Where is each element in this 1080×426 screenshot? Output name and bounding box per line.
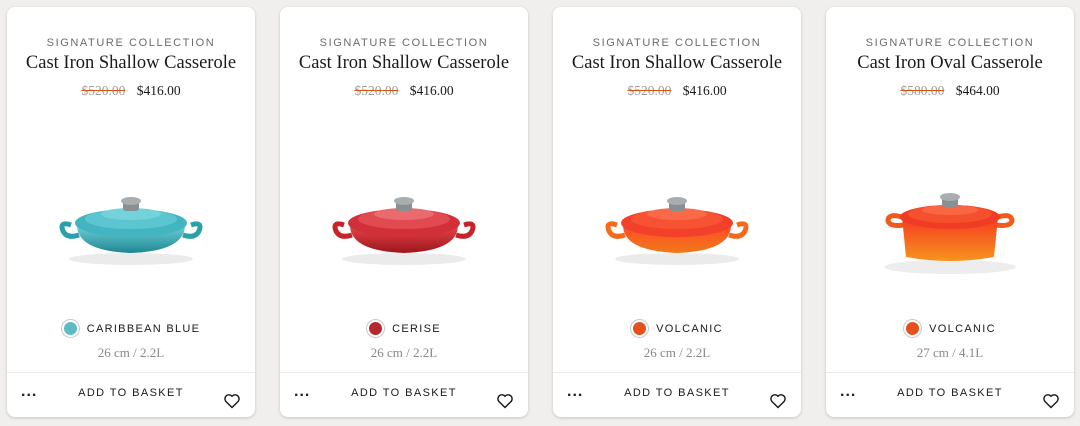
product-card[interactable]: SIGNATURE COLLECTION Cast Iron Shallow C…	[553, 7, 801, 417]
colour-selector[interactable]: CERISE	[280, 320, 528, 337]
product-title[interactable]: Cast Iron Shallow Casserole	[553, 53, 801, 74]
heart-icon[interactable]	[769, 393, 787, 409]
product-title[interactable]: Cast Iron Oval Casserole	[826, 53, 1074, 74]
colour-name: VOLCANIC	[929, 322, 996, 335]
add-to-basket-button[interactable]: ADD TO BASKET	[67, 387, 195, 403]
shallow-casserole-icon[interactable]	[577, 167, 777, 277]
heart-icon[interactable]	[1042, 393, 1060, 409]
card-actions: ... ADD TO BASKET	[7, 373, 255, 417]
more-options-button[interactable]: ...	[21, 384, 41, 403]
colour-swatch[interactable]	[631, 320, 649, 337]
heart-icon[interactable]	[223, 393, 241, 409]
price-row: $580.00 $464.00	[826, 83, 1074, 99]
product-card-body[interactable]: SIGNATURE COLLECTION Cast Iron Oval Cass…	[826, 7, 1074, 373]
colour-swatch[interactable]	[904, 320, 922, 337]
size-label: 26 cm / 2.2L	[370, 345, 438, 360]
shallow-casserole-icon[interactable]	[31, 167, 231, 277]
collection-label: SIGNATURE COLLECTION	[319, 37, 489, 49]
sale-price: $416.00	[409, 83, 454, 98]
original-price: $520.00	[627, 83, 672, 98]
collection-label: SIGNATURE COLLECTION	[592, 37, 762, 49]
product-grid: SIGNATURE COLLECTION Cast Iron Shallow C…	[0, 0, 1080, 426]
size-label: 27 cm / 4.1L	[916, 345, 984, 360]
heart-icon[interactable]	[496, 393, 514, 409]
colour-swatch[interactable]	[367, 320, 385, 337]
size-label: 26 cm / 2.2L	[643, 345, 711, 360]
sale-price: $416.00	[682, 83, 727, 98]
product-card[interactable]: SIGNATURE COLLECTION Cast Iron Shallow C…	[7, 7, 255, 417]
colour-swatch[interactable]	[61, 320, 79, 337]
size-label: 26 cm / 2.2L	[97, 345, 165, 360]
product-title[interactable]: Cast Iron Shallow Casserole	[7, 53, 255, 74]
more-options-button[interactable]: ...	[294, 384, 314, 403]
colour-name: CERISE	[392, 322, 441, 335]
colour-name: CARIBBEAN BLUE	[86, 322, 201, 335]
colour-name: VOLCANIC	[656, 322, 723, 335]
product-card-body[interactable]: SIGNATURE COLLECTION Cast Iron Shallow C…	[553, 7, 801, 373]
price-row: $520.00 $416.00	[553, 83, 801, 99]
product-card[interactable]: SIGNATURE COLLECTION Cast Iron Oval Cass…	[826, 7, 1074, 417]
colour-selector[interactable]: CARIBBEAN BLUE	[7, 320, 255, 337]
collection-label: SIGNATURE COLLECTION	[865, 37, 1035, 49]
more-options-button[interactable]: ...	[567, 384, 587, 403]
price-row: $520.00 $416.00	[280, 83, 528, 99]
product-card-body[interactable]: SIGNATURE COLLECTION Cast Iron Shallow C…	[7, 7, 255, 373]
original-price: $520.00	[354, 83, 399, 98]
card-actions: ... ADD TO BASKET	[553, 373, 801, 417]
original-price: $580.00	[900, 83, 945, 98]
add-to-basket-button[interactable]: ADD TO BASKET	[613, 387, 741, 403]
collection-label: SIGNATURE COLLECTION	[46, 37, 216, 49]
sale-price: $464.00	[955, 83, 1000, 98]
more-options-button[interactable]: ...	[840, 384, 860, 403]
card-actions: ... ADD TO BASKET	[826, 373, 1074, 417]
colour-selector[interactable]: VOLCANIC	[826, 320, 1074, 337]
add-to-basket-button[interactable]: ADD TO BASKET	[340, 387, 468, 403]
oval-casserole-icon[interactable]	[850, 167, 1050, 277]
price-row: $520.00 $416.00	[7, 83, 255, 99]
colour-selector[interactable]: VOLCANIC	[553, 320, 801, 337]
product-card[interactable]: SIGNATURE COLLECTION Cast Iron Shallow C…	[280, 7, 528, 417]
product-card-body[interactable]: SIGNATURE COLLECTION Cast Iron Shallow C…	[280, 7, 528, 373]
sale-price: $416.00	[136, 83, 181, 98]
shallow-casserole-icon[interactable]	[304, 167, 504, 277]
add-to-basket-button[interactable]: ADD TO BASKET	[886, 387, 1014, 403]
original-price: $520.00	[81, 83, 126, 98]
product-title[interactable]: Cast Iron Shallow Casserole	[280, 53, 528, 74]
card-actions: ... ADD TO BASKET	[280, 373, 528, 417]
